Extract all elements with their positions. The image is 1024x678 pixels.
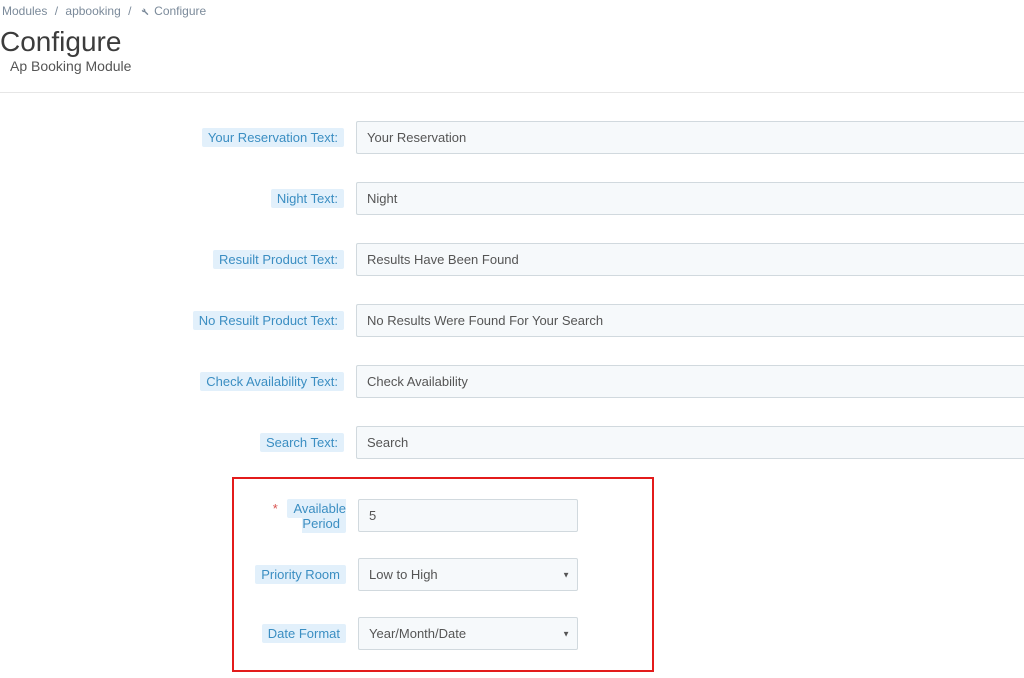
- label-text: Priority Room: [255, 565, 346, 584]
- breadcrumb-configure: Configure: [154, 4, 206, 18]
- input-available-period[interactable]: [358, 499, 578, 532]
- breadcrumb-modules[interactable]: Modules: [2, 4, 47, 18]
- breadcrumb-sep: /: [55, 4, 58, 18]
- breadcrumb-apbooking[interactable]: apbooking: [65, 4, 120, 18]
- breadcrumb: Modules / apbooking / Configure: [0, 0, 1024, 24]
- label-reservation-text: Your Reservation Text:: [0, 130, 356, 145]
- input-search-text[interactable]: [356, 426, 1024, 459]
- input-check-availability-text[interactable]: [356, 365, 1024, 398]
- label-text: Available Period: [287, 499, 346, 533]
- select-priority-room[interactable]: Low to High: [358, 558, 578, 591]
- input-reservation-text[interactable]: [356, 121, 1024, 154]
- label-text: Date Format: [262, 624, 346, 643]
- input-no-result-product-text[interactable]: [356, 304, 1024, 337]
- required-mark: *: [273, 501, 278, 516]
- configure-form: Your Reservation Text: Night Text: Resui…: [0, 121, 1024, 672]
- label-text: Search Text:: [260, 433, 344, 452]
- label-text: Your Reservation Text:: [202, 128, 344, 147]
- label-text: Check Availability Text:: [200, 372, 344, 391]
- page-subtitle: Ap Booking Module: [10, 58, 1024, 74]
- input-result-product-text[interactable]: [356, 243, 1024, 276]
- row-available-period: * Available Period: [248, 499, 638, 532]
- label-available-period: * Available Period: [248, 501, 358, 531]
- row-search-text: Search Text:: [0, 426, 1024, 459]
- page-title: Configure: [0, 26, 1024, 58]
- page-header: Configure Ap Booking Module: [0, 24, 1024, 86]
- row-priority-room: Priority Room Low to High: [248, 558, 638, 591]
- label-night-text: Night Text:: [0, 191, 356, 206]
- label-text: Resuilt Product Text:: [213, 250, 344, 269]
- label-date-format: Date Format: [248, 626, 358, 641]
- row-no-result-product-text: No Resuilt Product Text:: [0, 304, 1024, 337]
- select-date-format-wrap: Year/Month/Date: [358, 617, 578, 650]
- label-text: Night Text:: [271, 189, 344, 208]
- label-no-result-product-text: No Resuilt Product Text:: [0, 313, 356, 328]
- label-priority-room: Priority Room: [248, 567, 358, 582]
- input-night-text[interactable]: [356, 182, 1024, 215]
- breadcrumb-sep: /: [128, 4, 131, 18]
- row-night-text: Night Text:: [0, 182, 1024, 215]
- label-check-availability-text: Check Availability Text:: [0, 374, 356, 389]
- row-result-product-text: Resuilt Product Text:: [0, 243, 1024, 276]
- divider: [0, 92, 1024, 93]
- select-priority-room-wrap: Low to High: [358, 558, 578, 591]
- label-search-text: Search Text:: [0, 435, 356, 450]
- select-date-format[interactable]: Year/Month/Date: [358, 617, 578, 650]
- row-check-availability-text: Check Availability Text:: [0, 365, 1024, 398]
- label-result-product-text: Resuilt Product Text:: [0, 252, 356, 267]
- highlight-box: * Available Period Priority Room Low to …: [232, 477, 654, 672]
- wrench-icon: [139, 6, 149, 16]
- row-reservation-text: Your Reservation Text:: [0, 121, 1024, 154]
- row-date-format: Date Format Year/Month/Date: [248, 617, 638, 650]
- label-text: No Resuilt Product Text:: [193, 311, 344, 330]
